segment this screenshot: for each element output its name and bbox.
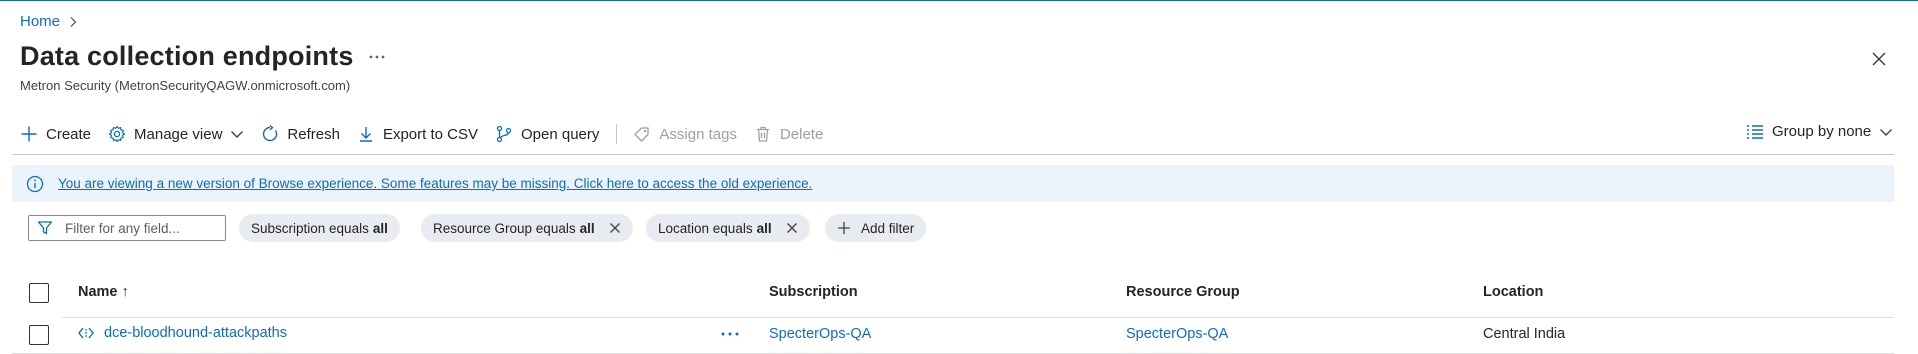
close-icon[interactable]: [1868, 48, 1890, 70]
plus-icon: [837, 221, 851, 235]
row-more-options-icon[interactable]: [718, 325, 742, 343]
chevron-right-icon: [68, 16, 78, 28]
old-experience-link[interactable]: You are viewing a new version of Browse …: [58, 176, 812, 191]
resource-group-filter-pill[interactable]: Resource Group equals all: [421, 214, 633, 242]
create-button[interactable]: Create: [20, 125, 91, 143]
assign-tags-label: Assign tags: [659, 125, 737, 143]
close-icon[interactable]: [786, 222, 798, 234]
row-checkbox[interactable]: [29, 325, 49, 345]
query-icon: [495, 125, 513, 143]
select-all-checkbox[interactable]: [29, 283, 49, 303]
filter-icon: [29, 220, 63, 236]
refresh-label: Refresh: [287, 125, 340, 143]
pill-value: all: [372, 220, 388, 236]
command-bar: Create Manage view Refresh Export to CSV…: [20, 123, 840, 145]
create-label: Create: [46, 125, 92, 143]
column-header-subscription[interactable]: Subscription: [769, 284, 858, 300]
pill-label: Location equals: [658, 220, 753, 236]
breadcrumb: Home: [20, 13, 78, 30]
subscription-filter-pill[interactable]: Subscription equals all: [239, 214, 400, 242]
chevron-down-icon: [230, 129, 244, 139]
data-collection-endpoint-icon: [78, 326, 94, 340]
column-header-resource-group[interactable]: Resource Group: [1126, 284, 1240, 300]
pill-value: all: [756, 220, 772, 236]
assign-tags-button[interactable]: Assign tags: [633, 125, 737, 143]
more-options-icon[interactable]: [366, 49, 388, 65]
toolbar-divider-line: [12, 154, 1894, 155]
gear-icon: [108, 125, 126, 143]
trash-icon: [754, 125, 772, 143]
column-header-name[interactable]: Name ↑: [78, 284, 129, 300]
filter-field[interactable]: [28, 215, 226, 241]
list-icon: [1746, 124, 1764, 140]
delete-button[interactable]: Delete: [754, 125, 823, 143]
manage-view-button[interactable]: Manage view: [108, 125, 244, 143]
resource-group-link[interactable]: SpecterOps-QA: [1126, 326, 1228, 342]
add-filter-label: Add filter: [861, 220, 915, 236]
chevron-down-icon: [1879, 127, 1893, 137]
group-by-dropdown[interactable]: Group by none: [1746, 123, 1893, 140]
location-filter-pill[interactable]: Location equals all: [646, 214, 810, 242]
resource-name-link[interactable]: dce-bloodhound-attackpaths: [104, 325, 287, 341]
tag-icon: [633, 125, 651, 143]
breadcrumb-home-link[interactable]: Home: [20, 13, 60, 30]
group-by-label: Group by none: [1772, 123, 1872, 140]
download-icon: [357, 125, 375, 143]
close-icon[interactable]: [609, 222, 621, 234]
delete-label: Delete: [779, 125, 824, 143]
column-header-location[interactable]: Location: [1483, 284, 1543, 300]
manage-view-label: Manage view: [134, 125, 223, 143]
subscription-link[interactable]: SpecterOps-QA: [769, 326, 871, 342]
pill-label: Subscription equals: [251, 220, 369, 236]
pill-value: all: [579, 220, 595, 236]
header-divider: [62, 317, 1894, 318]
add-filter-button[interactable]: Add filter: [825, 214, 927, 242]
refresh-icon: [261, 125, 279, 143]
open-query-label: Open query: [521, 125, 600, 143]
info-icon: [26, 175, 44, 193]
export-csv-button[interactable]: Export to CSV: [357, 125, 478, 143]
info-banner: You are viewing a new version of Browse …: [12, 165, 1894, 202]
open-query-button[interactable]: Open query: [495, 125, 599, 143]
plus-icon: [20, 125, 38, 143]
table-row-name: dce-bloodhound-attackpaths: [78, 325, 287, 341]
filter-input[interactable]: [63, 219, 217, 237]
refresh-button[interactable]: Refresh: [261, 125, 340, 143]
toolbar-divider: [616, 124, 618, 144]
page-subtitle: Metron Security (MetronSecurityQAGW.onmi…: [20, 78, 351, 93]
pill-label: Resource Group equals: [433, 220, 576, 236]
page-title: Data collection endpoints: [20, 41, 354, 71]
location-cell: Central India: [1483, 326, 1566, 342]
export-csv-label: Export to CSV: [382, 125, 478, 143]
